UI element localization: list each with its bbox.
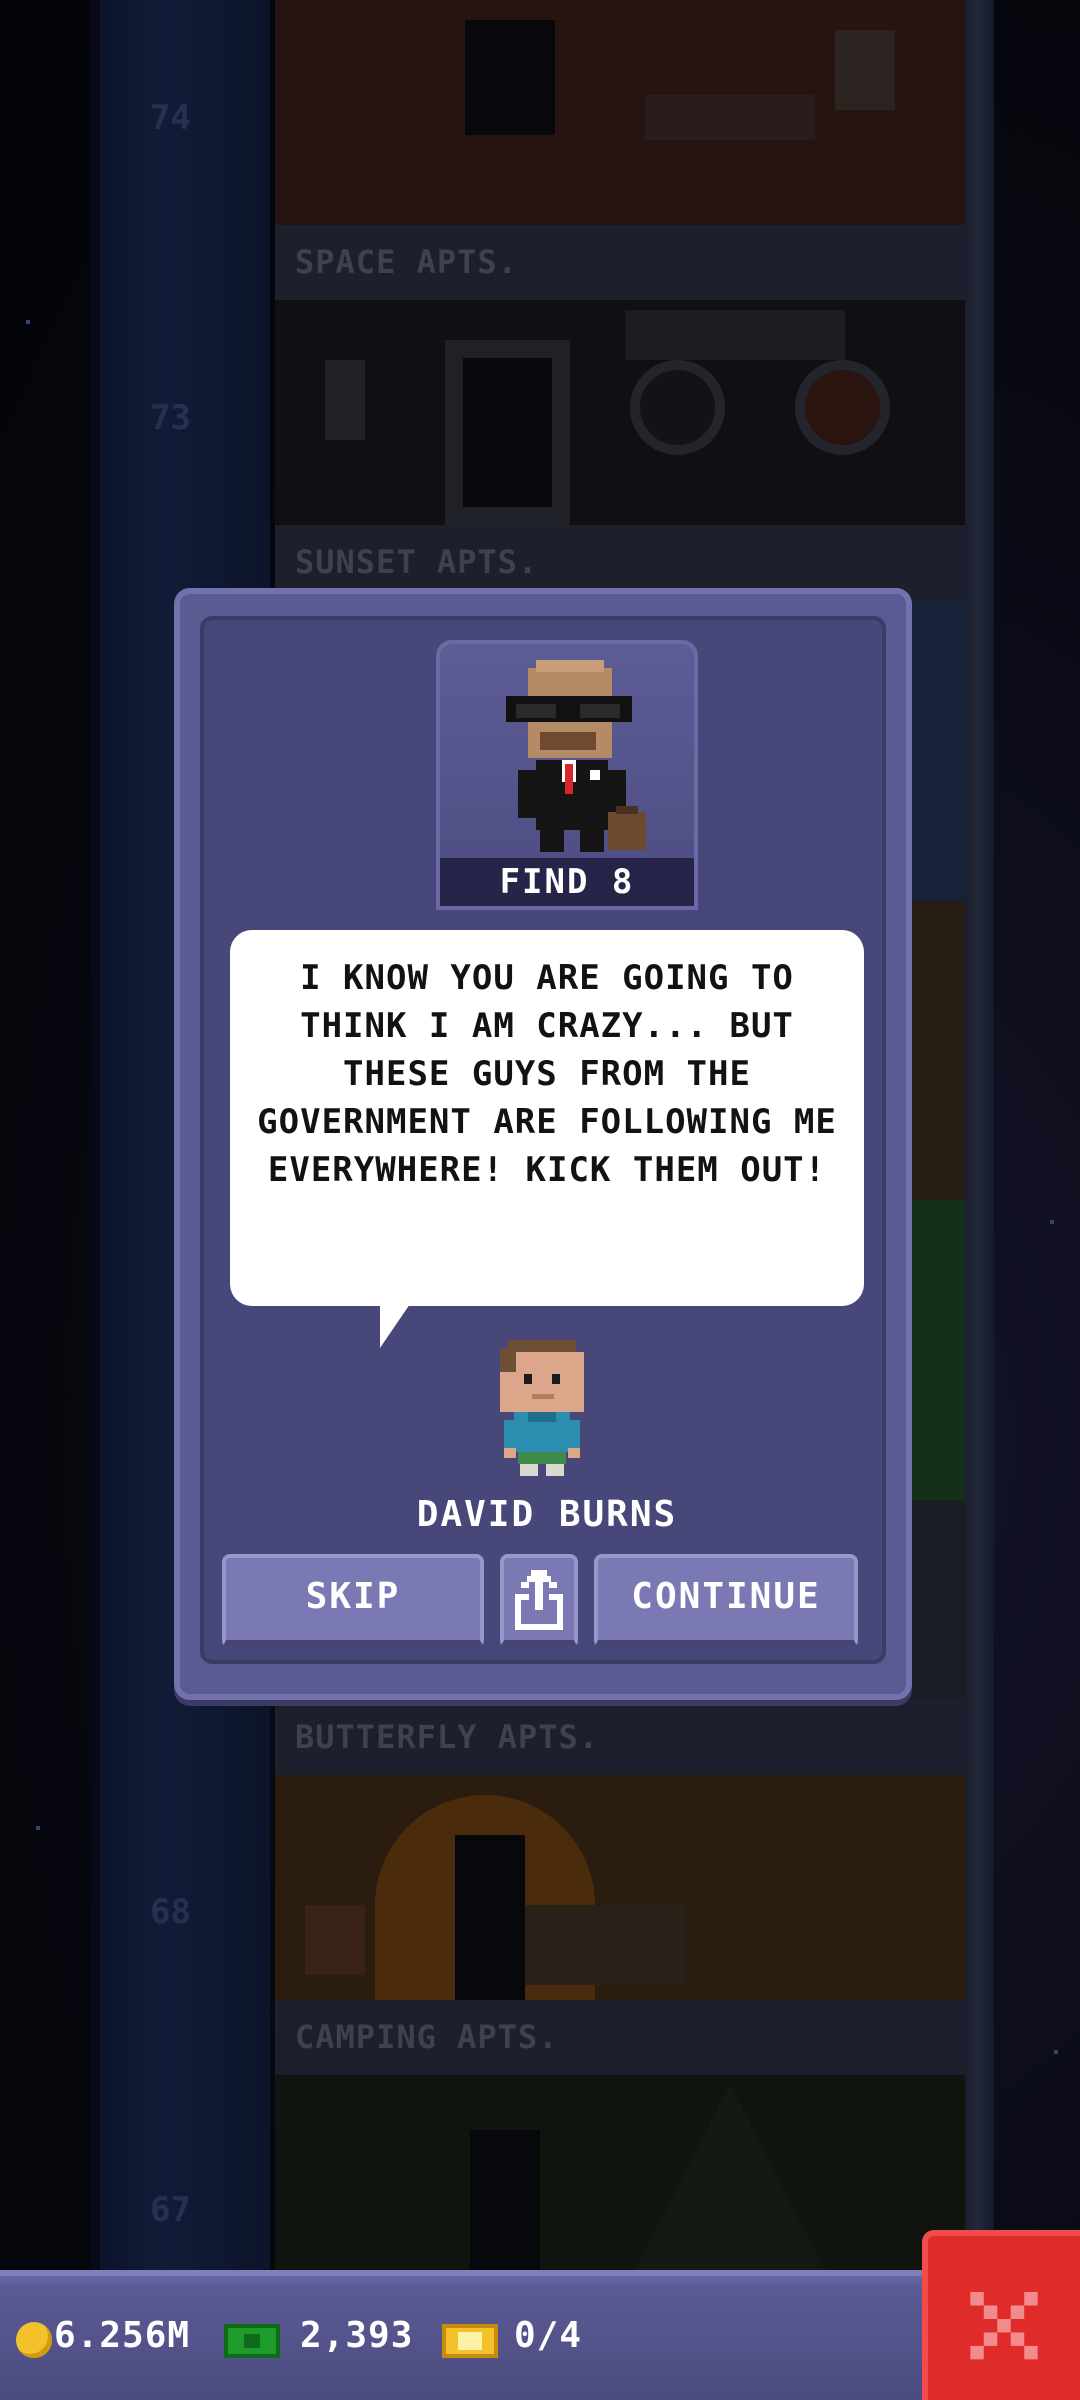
find-count-caption: FIND 8 bbox=[440, 858, 694, 906]
speech-bubble-tail bbox=[380, 1304, 410, 1348]
porthole bbox=[630, 360, 725, 455]
star bbox=[1054, 2050, 1058, 2054]
floor-number: 67 bbox=[150, 2190, 191, 2230]
share-icon bbox=[515, 1570, 563, 1630]
bux-icon bbox=[224, 2324, 280, 2358]
star bbox=[26, 320, 30, 324]
floor-67[interactable] bbox=[275, 2075, 965, 2270]
ticket-count: 0/4 bbox=[514, 2315, 583, 2356]
floor-label: BUTTERFLY APTS. bbox=[275, 1700, 965, 1775]
mission-dialog: FIND 8 I KNOW YOU ARE GOING TO THINK I A… bbox=[174, 588, 912, 1700]
tree bbox=[635, 2085, 825, 2270]
decoration bbox=[645, 95, 815, 140]
agent-sprite bbox=[506, 660, 646, 852]
tenants bbox=[525, 1905, 685, 1985]
floor-73[interactable]: SUNSET APTS. bbox=[275, 300, 965, 600]
close-button[interactable] bbox=[922, 2230, 1080, 2400]
target-portrait: FIND 8 bbox=[436, 640, 698, 910]
continue-button[interactable]: CONTINUE bbox=[594, 1554, 858, 1648]
floor-door bbox=[470, 2130, 540, 2270]
floor-name: SUNSET APTS. bbox=[295, 543, 539, 581]
floor-door bbox=[445, 340, 570, 525]
star bbox=[1050, 1220, 1054, 1224]
window bbox=[835, 30, 895, 110]
floor-name: CAMPING APTS. bbox=[295, 2018, 559, 2056]
floor-label: SPACE APTS. bbox=[275, 225, 965, 300]
floor-room[interactable] bbox=[275, 0, 965, 225]
floor-room[interactable] bbox=[275, 1775, 965, 2000]
floor-room[interactable] bbox=[275, 2075, 965, 2270]
bux-balance: 2,393 bbox=[300, 2315, 414, 2356]
floor-door bbox=[455, 1835, 525, 2000]
ticket-icon bbox=[442, 2324, 498, 2358]
porthole bbox=[795, 360, 890, 455]
skip-button[interactable]: SKIP bbox=[222, 1554, 484, 1648]
dialog-panel: FIND 8 I KNOW YOU ARE GOING TO THINK I A… bbox=[200, 616, 886, 1664]
npc-name: DAVID BURNS bbox=[416, 1494, 678, 1535]
coin-balance: 6.256M bbox=[54, 2315, 191, 2356]
floor-number: 74 bbox=[150, 98, 191, 138]
floor-74[interactable]: SPACE APTS. bbox=[275, 0, 965, 300]
chair bbox=[305, 1905, 365, 1975]
coin-icon bbox=[16, 2322, 52, 2358]
floor-number: 73 bbox=[150, 398, 191, 438]
floor-label: CAMPING APTS. bbox=[275, 2000, 965, 2075]
star bbox=[36, 1826, 40, 1830]
floor-name: BUTTERFLY APTS. bbox=[295, 1718, 599, 1756]
close-icon bbox=[970, 2292, 1038, 2360]
resource-bar: 6.256M 2,393 0/4 bbox=[0, 2270, 930, 2400]
floor-name: SPACE APTS. bbox=[295, 243, 518, 281]
console bbox=[625, 310, 845, 360]
floor-door bbox=[465, 20, 555, 135]
floor-68[interactable] bbox=[275, 1775, 965, 2000]
speech-bubble: I KNOW YOU ARE GOING TO THINK I AM CRAZY… bbox=[230, 930, 864, 1306]
tower-rail bbox=[960, 0, 994, 2270]
floor-number: 68 bbox=[150, 1892, 191, 1932]
appliance bbox=[325, 360, 365, 440]
npc-sprite bbox=[500, 1340, 584, 1476]
floor-room[interactable] bbox=[275, 300, 965, 525]
share-button[interactable] bbox=[500, 1554, 578, 1648]
